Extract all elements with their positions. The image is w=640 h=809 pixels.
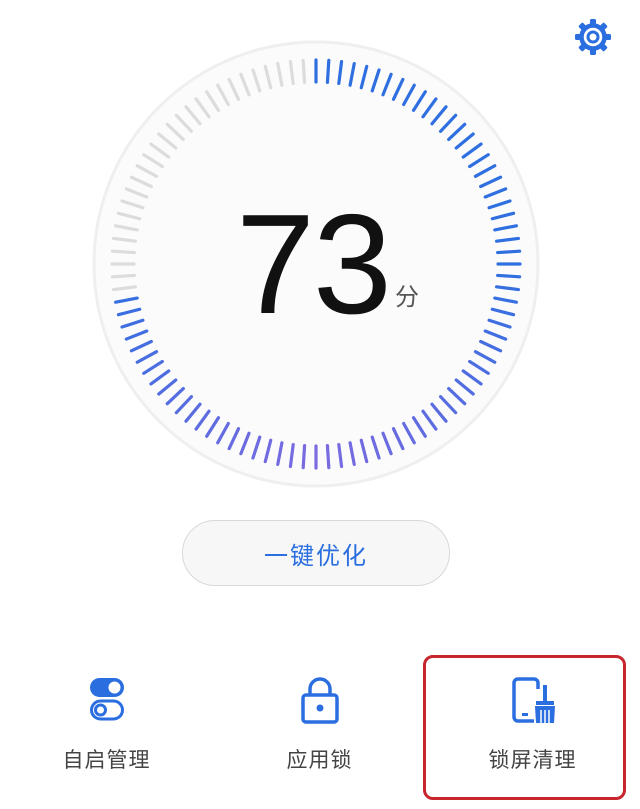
- score-value: 73: [236, 185, 392, 344]
- gauge-tick-active: [301, 444, 307, 470]
- score-display: 73 分: [0, 190, 640, 340]
- lockscreen-cleanup-label: 锁屏清理: [488, 748, 577, 772]
- gauge-tick-inactive: [301, 58, 307, 84]
- padlock-icon: [300, 677, 339, 724]
- score-unit: 分: [395, 283, 419, 311]
- lockscreen-cleanup-item[interactable]: 锁屏清理: [426, 660, 639, 790]
- phone-broom-icon: [511, 677, 555, 723]
- app-lock-item[interactable]: 应用锁: [213, 660, 426, 790]
- startup-manager-item[interactable]: 自启管理: [0, 660, 213, 790]
- toggle-switch-icon: [89, 678, 124, 721]
- optimize-button-label: 一键优化: [264, 541, 368, 570]
- gauge-tick-active: [325, 444, 331, 470]
- startup-manager-label: 自启管理: [62, 748, 151, 772]
- optimize-button[interactable]: 一键优化: [182, 520, 450, 586]
- app-lock-label: 应用锁: [286, 748, 353, 772]
- gauge-tick-active: [325, 58, 331, 84]
